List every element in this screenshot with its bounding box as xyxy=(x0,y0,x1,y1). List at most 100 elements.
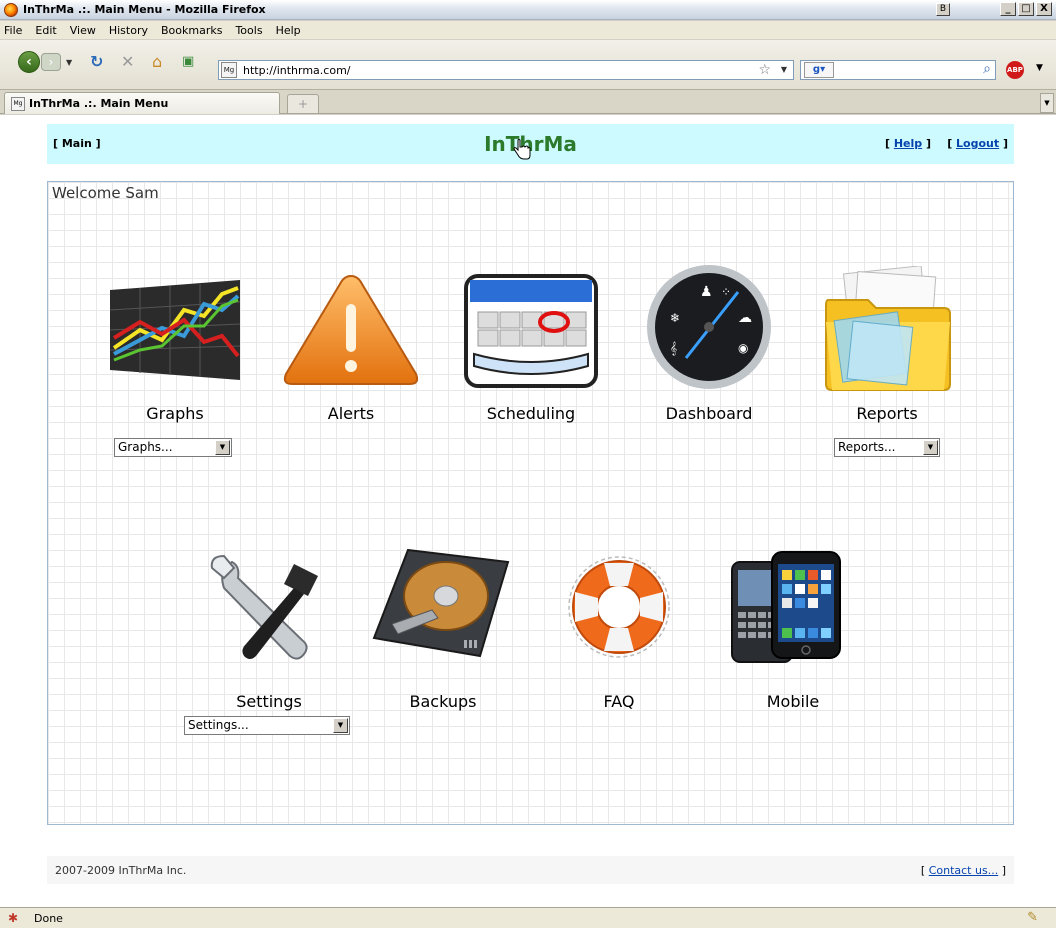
svg-text:☁: ☁ xyxy=(738,310,752,326)
window-controls: _ □ X xyxy=(1000,2,1052,16)
status-addon-icon[interactable]: ✎ xyxy=(1027,910,1038,925)
bracket: ] xyxy=(922,137,931,150)
maximize-button[interactable]: □ xyxy=(1018,2,1034,16)
window-title: InThrMa .:. Main Menu - Mozilla Firefox xyxy=(23,3,266,16)
welcome-message: Welcome Sam xyxy=(52,184,159,202)
tile-label-faq[interactable]: FAQ xyxy=(544,692,694,711)
gauge-icon: ♟ ⁘ ❄ ☁ 𝄞 ◉ xyxy=(647,265,771,389)
hard-drive-icon xyxy=(372,548,510,658)
new-tab-button[interactable]: + xyxy=(287,94,319,114)
menu-view[interactable]: View xyxy=(70,24,96,37)
bookmark-page-icon[interactable]: ▣ xyxy=(182,53,194,71)
back-button[interactable]: ‹ xyxy=(18,51,40,73)
copyright-text: 2007-2009 InThrMa Inc. xyxy=(55,864,187,877)
help-link[interactable]: Help xyxy=(894,137,922,150)
tab-main-menu[interactable]: Mg InThrMa .:. Main Menu xyxy=(4,92,280,114)
folder-documents-icon xyxy=(825,266,951,391)
tile-alerts[interactable]: Alerts xyxy=(276,270,426,450)
svg-text:𝄞: 𝄞 xyxy=(670,341,677,355)
tile-label-backups[interactable]: Backups xyxy=(368,692,518,711)
calendar-icon xyxy=(464,274,598,388)
reload-icon[interactable]: ↻ xyxy=(90,53,103,71)
menu-help[interactable]: Help xyxy=(276,24,301,37)
address-url[interactable]: http://inthrma.com/ xyxy=(243,64,351,77)
svg-text:♟: ♟ xyxy=(700,284,713,300)
lifebuoy-icon xyxy=(568,556,670,658)
svg-text:❄: ❄ xyxy=(670,311,680,325)
restore-indicator-icon[interactable]: B xyxy=(936,3,950,16)
tab-bar: Mg InThrMa .:. Main Menu + ▼ xyxy=(0,90,1056,114)
status-activity-icon: ✱ xyxy=(8,911,19,925)
page-footer: 2007-2009 InThrMa Inc. [ Contact us... ] xyxy=(47,856,1014,884)
menu-tools[interactable]: Tools xyxy=(235,24,262,37)
tile-scheduling[interactable]: Scheduling xyxy=(456,270,606,450)
toolbar-overflow-icon[interactable]: ▼ xyxy=(1036,63,1043,73)
address-dropdown-icon[interactable]: ▼ xyxy=(781,65,787,74)
stop-icon[interactable]: ✕ xyxy=(121,53,134,71)
tile-reports[interactable]: Reports xyxy=(812,266,962,450)
menu-file[interactable]: File xyxy=(4,24,22,37)
site-favicon-icon: Mg xyxy=(221,62,237,78)
menu-edit[interactable]: Edit xyxy=(35,24,56,37)
status-text: Done xyxy=(34,911,63,925)
contact-link-group: [ Contact us... ] xyxy=(921,864,1006,877)
forward-button[interactable]: › xyxy=(41,53,61,71)
tile-label-mobile[interactable]: Mobile xyxy=(718,692,868,711)
close-button[interactable]: X xyxy=(1036,2,1052,16)
wrench-hammer-icon xyxy=(210,554,318,660)
tile-label-settings[interactable]: Settings xyxy=(194,692,344,711)
logout-link[interactable]: Logout xyxy=(956,137,999,150)
menu-bar: File Edit View History Bookmarks Tools H… xyxy=(0,21,1056,39)
search-box[interactable]: g▾ ⌕ xyxy=(800,60,996,80)
tile-settings[interactable]: Settings xyxy=(194,548,344,728)
tile-label-dashboard[interactable]: Dashboard xyxy=(634,404,784,423)
settings-select[interactable]: Settings... ▼ xyxy=(184,716,350,735)
window-titlebar: InThrMa .:. Main Menu - Mozilla Firefox … xyxy=(0,0,1056,20)
tile-label-graphs[interactable]: Graphs xyxy=(100,404,250,423)
search-engine-icon[interactable]: g▾ xyxy=(804,62,834,78)
home-icon[interactable]: ⌂ xyxy=(152,53,162,71)
tile-label-reports[interactable]: Reports xyxy=(812,404,962,423)
graphs-select[interactable]: Graphs... ▼ xyxy=(114,438,232,457)
menu-bookmarks[interactable]: Bookmarks xyxy=(161,24,222,37)
chevron-down-icon[interactable]: ▼ xyxy=(215,440,230,455)
bracket: ] xyxy=(998,864,1006,877)
warning-triangle-icon xyxy=(283,274,419,385)
navigation-toolbar: ‹ › ▼ ↻ ✕ ⌂ ▣ Mg http://inthrma.com/ ☆ ▼… xyxy=(0,40,1056,90)
reports-select-value: Reports... xyxy=(838,440,896,454)
bracket: ] xyxy=(999,137,1008,150)
address-bar[interactable]: Mg http://inthrma.com/ ☆ ▼ xyxy=(218,60,794,80)
logout-link-group: [ Logout ] xyxy=(947,137,1008,150)
settings-select-value: Settings... xyxy=(188,718,249,732)
minimize-button[interactable]: _ xyxy=(1000,2,1016,16)
tile-mobile[interactable]: Mobile xyxy=(718,548,868,728)
tile-faq[interactable]: FAQ xyxy=(544,552,694,728)
chevron-down-icon[interactable]: ▼ xyxy=(923,440,938,455)
tab-list-dropdown-icon[interactable]: ▼ xyxy=(1040,93,1054,113)
adblock-icon[interactable]: ABP xyxy=(1006,61,1024,79)
bracket: [ xyxy=(920,864,929,877)
hand-cursor-icon xyxy=(513,139,531,160)
graphs-select-value: Graphs... xyxy=(118,440,173,454)
menu-history[interactable]: History xyxy=(109,24,148,37)
reports-select[interactable]: Reports... ▼ xyxy=(834,438,940,457)
bracket: [ xyxy=(947,137,957,150)
tile-label-scheduling[interactable]: Scheduling xyxy=(456,404,606,423)
help-link-group: [ Help ] xyxy=(885,137,931,150)
graph-chart-icon xyxy=(109,280,241,380)
history-dropdown-icon[interactable]: ▼ xyxy=(66,58,72,67)
main-menu-panel: Welcome Sam Graphs Graphs... ▼ Alerts Sc… xyxy=(47,181,1014,825)
page-viewport: [ Main ] InThrMa [ Help ] [ Logout ] Wel… xyxy=(0,115,1056,907)
status-bar: ✱ Done ✎ xyxy=(0,907,1056,928)
tile-label-alerts[interactable]: Alerts xyxy=(276,404,426,423)
firefox-logo-icon xyxy=(4,2,18,17)
contact-link[interactable]: Contact us... xyxy=(929,864,999,877)
bracket: [ xyxy=(884,137,894,150)
bookmark-star-icon[interactable]: ☆ xyxy=(758,62,771,78)
tab-favicon-icon: Mg xyxy=(11,96,25,111)
search-icon[interactable]: ⌕ xyxy=(983,61,991,77)
chevron-down-icon[interactable]: ▼ xyxy=(333,718,348,733)
tile-backups[interactable]: Backups xyxy=(368,544,518,728)
tile-dashboard[interactable]: ♟ ⁘ ❄ ☁ 𝄞 ◉ Dashboard xyxy=(634,262,784,450)
svg-text:◉: ◉ xyxy=(738,341,748,355)
